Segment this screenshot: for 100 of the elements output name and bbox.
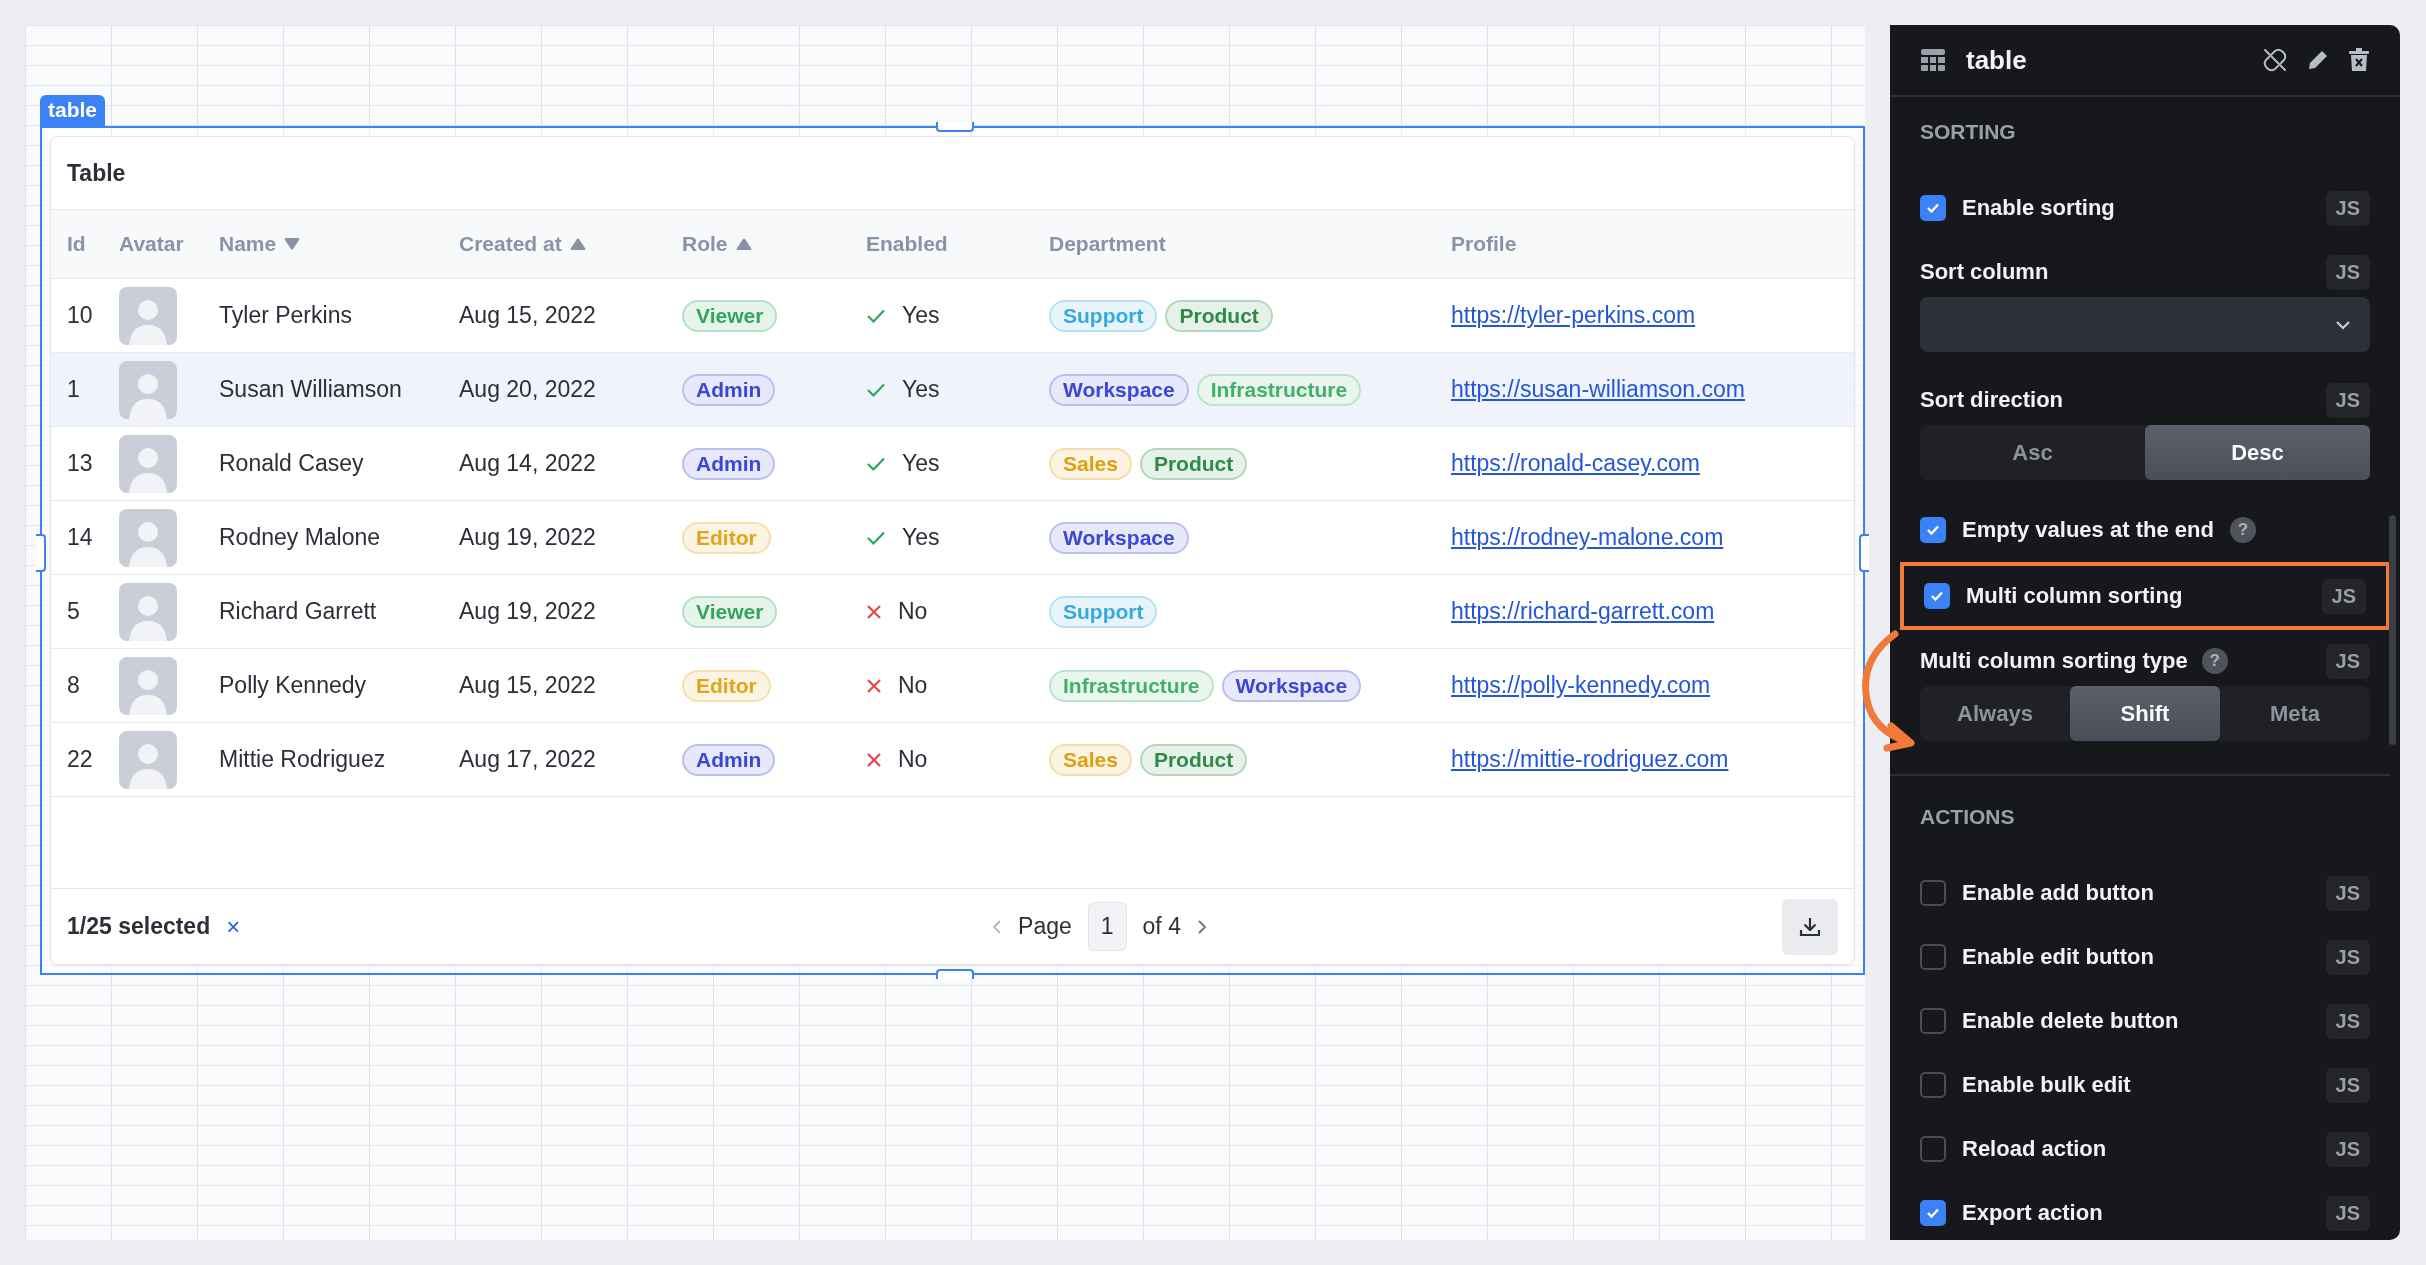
- help-icon[interactable]: ?: [2229, 517, 2256, 543]
- enabled-text: Yes: [902, 524, 940, 551]
- column-header[interactable]: Enabled: [866, 232, 948, 256]
- date-cell: Aug 15, 2022: [459, 672, 596, 699]
- department-tag: Infrastructure: [1196, 373, 1362, 406]
- chevron-down-icon: [2334, 318, 2352, 331]
- table-title: Table: [67, 159, 126, 187]
- column-header[interactable]: Name: [219, 232, 277, 256]
- column-header[interactable]: Department: [1049, 232, 1166, 256]
- department-tag: Infrastructure: [1049, 669, 1214, 702]
- checkbox[interactable]: [1920, 1008, 1946, 1034]
- profile-link[interactable]: https://ronald-casey.com: [1451, 450, 1700, 477]
- date-cell: Aug 15, 2022: [459, 302, 596, 329]
- checkbox[interactable]: [1920, 1200, 1946, 1226]
- column-header[interactable]: Id: [67, 232, 86, 256]
- resize-handle[interactable]: [36, 533, 46, 572]
- name-cell: Tyler Perkins: [219, 302, 352, 329]
- js-toggle[interactable]: JS: [2325, 1195, 2370, 1231]
- js-toggle[interactable]: JS: [2325, 382, 2370, 418]
- js-toggle[interactable]: JS: [2325, 875, 2370, 911]
- checkbox[interactable]: [1920, 1072, 1946, 1098]
- checkbox[interactable]: [1920, 880, 1946, 906]
- resize-handle[interactable]: [935, 122, 974, 132]
- trash-icon[interactable]: [2348, 48, 2370, 72]
- checkbox[interactable]: [1924, 583, 1950, 609]
- department-tag: Sales: [1049, 447, 1132, 480]
- js-toggle[interactable]: JS: [2325, 1067, 2370, 1103]
- resize-handle[interactable]: [1859, 533, 1869, 572]
- avatar-placeholder: [119, 656, 177, 715]
- section-title: ACTIONS: [1920, 805, 2015, 829]
- checkbox-label[interactable]: Enable bulk edit: [1962, 1072, 2131, 1098]
- clear-selection-button[interactable]: ×: [222, 912, 245, 941]
- checkbox-label[interactable]: Enable sorting: [1962, 195, 2115, 221]
- download-button[interactable]: [1782, 898, 1838, 955]
- role-tag: Editor: [682, 521, 771, 554]
- table-row[interactable]: 8 Polly Kennedy Aug 15, 2022 Editor No Infrastructure Workspace https://polly-kennedy.com: [51, 649, 1854, 723]
- checkbox-label[interactable]: Multi column sorting: [1966, 583, 2183, 609]
- segment-option[interactable]: Always: [1920, 686, 2070, 741]
- sort-ascending-icon[interactable]: [735, 238, 752, 250]
- chevron-right-icon[interactable]: [1196, 918, 1207, 935]
- department-tag: Product: [1139, 743, 1248, 776]
- checkbox-label[interactable]: Enable delete button: [1962, 1008, 2179, 1034]
- checkbox-label[interactable]: Reload action: [1962, 1136, 2107, 1162]
- profile-link[interactable]: https://polly-kennedy.com: [1451, 672, 1711, 699]
- resize-handle[interactable]: [935, 969, 974, 979]
- checkbox[interactable]: [1920, 944, 1946, 970]
- checkbox-label[interactable]: Export action: [1962, 1200, 2103, 1226]
- date-cell: Aug 17, 2022: [459, 746, 596, 773]
- checkbox-label[interactable]: Enable edit button: [1962, 944, 2154, 970]
- table-row[interactable]: 1 Susan Williamson Aug 20, 2022 Admin Yes Workspace Infrastructure https://susan-williamson.com: [51, 353, 1854, 427]
- segment-option[interactable]: Shift: [2070, 686, 2220, 741]
- column-header[interactable]: Avatar: [119, 232, 184, 256]
- scrollbar-thumb[interactable]: [2389, 515, 2396, 745]
- segment-option[interactable]: Meta: [2220, 686, 2370, 741]
- chevron-left-icon[interactable]: [992, 918, 1003, 935]
- column-header[interactable]: Profile: [1451, 232, 1517, 256]
- department-tag: Product: [1139, 447, 1248, 480]
- profile-link[interactable]: https://richard-garrett.com: [1451, 598, 1715, 625]
- component-label[interactable]: table: [40, 95, 105, 126]
- avatar-placeholder: [119, 508, 177, 567]
- checkbox-label[interactable]: Empty values at the end: [1962, 517, 2214, 543]
- table-row[interactable]: 22 Mittie Rodriguez Aug 17, 2022 Admin No Sales Product https://mittie-rodriguez.com: [51, 723, 1854, 797]
- js-toggle[interactable]: JS: [2325, 190, 2370, 226]
- role-tag: Admin: [682, 743, 776, 776]
- page-total: of 4: [1142, 913, 1181, 940]
- js-toggle[interactable]: JS: [2325, 1131, 2370, 1167]
- segment-option[interactable]: Asc: [1920, 425, 2145, 480]
- checkbox[interactable]: [1920, 1136, 1946, 1162]
- js-toggle[interactable]: JS: [2325, 643, 2370, 679]
- column-header[interactable]: Created at: [459, 232, 562, 256]
- column-header[interactable]: Role: [682, 232, 728, 256]
- table-row[interactable]: 13 Ronald Casey Aug 14, 2022 Admin Yes Sales Product https://ronald-casey.com: [51, 427, 1854, 501]
- js-toggle[interactable]: JS: [2325, 1003, 2370, 1039]
- name-cell: Richard Garrett: [219, 598, 377, 625]
- js-toggle[interactable]: JS: [2325, 939, 2370, 975]
- checkbox-label[interactable]: Enable add button: [1962, 880, 2154, 906]
- checkbox[interactable]: [1920, 517, 1946, 543]
- segment-option[interactable]: Desc: [2145, 425, 2370, 480]
- js-toggle[interactable]: JS: [2321, 578, 2366, 614]
- pencil-icon[interactable]: [2306, 48, 2330, 72]
- checkbox[interactable]: [1920, 195, 1946, 221]
- avatar-placeholder: [119, 582, 177, 641]
- enabled-text: No: [898, 672, 928, 699]
- table-row[interactable]: 14 Rodney Malone Aug 19, 2022 Editor Yes Workspace https://rodney-malone.com: [51, 501, 1854, 575]
- id-cell: 1: [67, 376, 80, 403]
- profile-link[interactable]: https://tyler-perkins.com: [1451, 302, 1696, 329]
- profile-link[interactable]: https://rodney-malone.com: [1451, 524, 1724, 551]
- profile-link[interactable]: https://mittie-rodriguez.com: [1451, 746, 1729, 773]
- profile-link[interactable]: https://susan-williamson.com: [1451, 376, 1745, 403]
- page-number-field[interactable]: 1: [1087, 902, 1127, 951]
- avatar-placeholder: [119, 434, 177, 493]
- unlink-icon[interactable]: [2262, 47, 2288, 73]
- js-toggle[interactable]: JS: [2325, 254, 2370, 290]
- id-cell: 8: [67, 672, 80, 699]
- field-label: Sort column: [1920, 259, 2049, 285]
- sort-descending-icon[interactable]: [284, 238, 301, 250]
- avatar-placeholder: [119, 286, 177, 345]
- sort-ascending-icon[interactable]: [569, 238, 586, 250]
- table-row[interactable]: 5 Richard Garrett Aug 19, 2022 Viewer No Support https://richard-garrett.com: [51, 575, 1854, 649]
- help-icon[interactable]: ?: [2201, 648, 2228, 674]
